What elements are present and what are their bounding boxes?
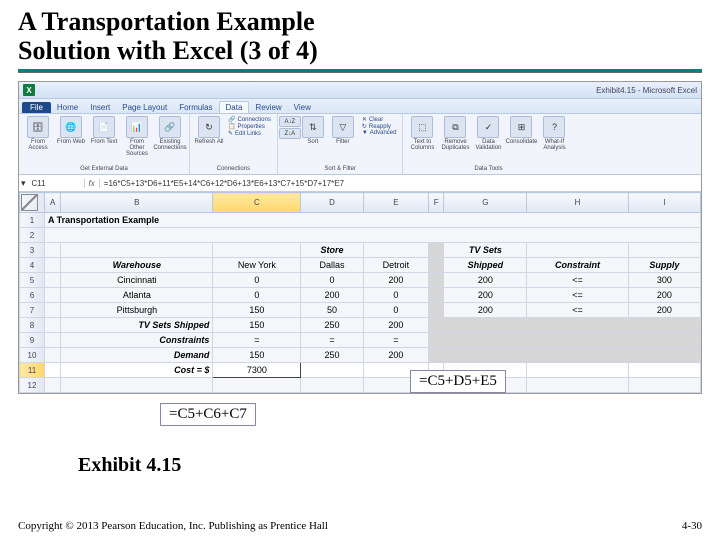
sort-button[interactable]: ⇅Sort [298, 116, 328, 145]
reapply-filter[interactable]: ↻Reapply [360, 123, 399, 130]
col-G[interactable]: G [444, 193, 527, 213]
col-D[interactable]: D [301, 193, 363, 213]
cell-G3[interactable]: TV Sets [444, 243, 527, 258]
row-6: 6Atlanta02000200<=200 [20, 288, 701, 303]
copyright-text: Copyright © 2013 Pearson Education, Inc.… [18, 520, 328, 532]
col-H[interactable]: H [527, 193, 628, 213]
formula-bar: ▾ C11 fx =16*C5+13*D6+11*E5+14*C6+12*D6+… [19, 175, 701, 192]
col-E[interactable]: E [363, 193, 428, 213]
from-web-button[interactable]: 🌐From Web [56, 116, 86, 157]
row-4: 4WarehouseNew YorkDallasDetroitShippedCo… [20, 258, 701, 273]
whatif-button[interactable]: ?What-If Analysis [539, 116, 569, 151]
exhibit-label: Exhibit 4.15 [78, 454, 702, 477]
ribbon-group-external-data: 🗄From Access 🌐From Web 📄From Text 📊From … [19, 114, 190, 174]
title-divider [18, 69, 702, 73]
consolidate-button[interactable]: ⊞Consolidate [506, 116, 536, 151]
link-icon: 🔗 [228, 116, 235, 123]
formula-input[interactable]: =16*C5+13*D6+11*E5+14*C6+12*D6+13*E6+13*… [100, 179, 701, 188]
tab-view[interactable]: View [288, 102, 317, 113]
row-1: 1A Transportation Example [20, 213, 701, 228]
globe-icon: 🌐 [60, 116, 82, 138]
database-icon: 🗄 [27, 116, 49, 138]
clear-filter[interactable]: ✕Clear [360, 116, 399, 123]
col-I[interactable]: I [628, 193, 700, 213]
row-2: 2 [20, 228, 701, 243]
advanced-filter[interactable]: ▼Advanced [360, 130, 399, 136]
properties-link[interactable]: 📋Properties [226, 123, 273, 130]
paste-chip: ▾ [19, 178, 28, 189]
window-title: Exhibit4.15 - Microsoft Excel [596, 86, 697, 95]
slide-footer: Copyright © 2013 Pearson Education, Inc.… [18, 520, 702, 532]
page-number: 4-30 [682, 520, 702, 532]
row-7: 7Pittsburgh150500200<=200 [20, 303, 701, 318]
connections-link[interactable]: 🔗Connections [226, 116, 273, 123]
ribbon-tabs: File Home Insert Page Layout Formulas Da… [19, 99, 701, 114]
name-box[interactable]: C11 [28, 179, 85, 188]
callout-g5-formula: =C5+D5+E5 [410, 370, 506, 393]
tab-review[interactable]: Review [249, 102, 287, 113]
row-5: 5Cincinnati00200200<=300 [20, 273, 701, 288]
tab-formulas[interactable]: Formulas [173, 102, 218, 113]
consolidate-icon: ⊞ [510, 116, 532, 138]
row-9: 9Constraints=== [20, 333, 701, 348]
connection-icon: 🔗 [159, 116, 181, 138]
tab-data[interactable]: Data [219, 101, 250, 113]
sources-icon: 📊 [126, 116, 148, 138]
tab-file[interactable]: File [22, 102, 51, 113]
row-11: 11Cost = $7300 [20, 363, 701, 378]
validation-icon: ✓ [477, 116, 499, 138]
excel-logo-icon: X [23, 84, 35, 96]
duplicates-icon: ⧉ [444, 116, 466, 138]
cell-C11-selected[interactable]: 7300 [213, 363, 301, 378]
whatif-icon: ? [543, 116, 565, 138]
properties-icon: 📋 [228, 123, 235, 130]
slide-title: A Transportation Example Solution with E… [18, 8, 702, 65]
from-access-button[interactable]: 🗄From Access [23, 116, 53, 157]
column-headers: A B C D E F G H I [20, 193, 701, 213]
data-validation-button[interactable]: ✓Data Validation [473, 116, 503, 151]
col-F[interactable]: F [429, 193, 444, 213]
select-all-corner[interactable] [20, 193, 45, 213]
row-12: 12 [20, 378, 701, 393]
row-8: 8TV Sets Shipped150250200 [20, 318, 701, 333]
reapply-icon: ↻ [362, 123, 367, 130]
row-3: 3StoreTV Sets [20, 243, 701, 258]
excel-titlebar: X Exhibit4.15 - Microsoft Excel [19, 82, 701, 99]
text-to-columns-button[interactable]: ⬚Text to Columns [407, 116, 437, 151]
remove-duplicates-button[interactable]: ⧉Remove Duplicates [440, 116, 470, 151]
cell-A1[interactable]: A Transportation Example [45, 213, 701, 228]
spreadsheet-grid[interactable]: A B C D E F G H I 1A Transportation Exam… [19, 192, 701, 393]
ribbon: 🗄From Access 🌐From Web 📄From Text 📊From … [19, 114, 701, 175]
row-10: 10Demand150250200 [20, 348, 701, 363]
from-other-button[interactable]: 📊From Other Sources [122, 116, 152, 157]
fx-icon[interactable]: fx [85, 179, 100, 188]
clear-icon: ✕ [362, 116, 367, 123]
tab-insert[interactable]: Insert [84, 102, 116, 113]
ribbon-group-connections: ↻Refresh All 🔗Connections 📋Properties ✎E… [190, 114, 278, 174]
sort-az-button[interactable]: A↓ZZ↓A [282, 116, 298, 145]
existing-conn-button[interactable]: 🔗Existing Connections [155, 116, 185, 157]
filter-button[interactable]: ▽Filter [328, 116, 358, 145]
tab-page-layout[interactable]: Page Layout [116, 102, 173, 113]
excel-window: X Exhibit4.15 - Microsoft Excel File Hom… [18, 81, 702, 394]
funnel-icon: ▽ [332, 116, 354, 138]
advanced-icon: ▼ [362, 130, 368, 136]
refresh-icon: ↻ [198, 116, 220, 138]
ribbon-group-data-tools: ⬚Text to Columns ⧉Remove Duplicates ✓Dat… [403, 114, 573, 174]
columns-icon: ⬚ [411, 116, 433, 138]
ribbon-group-sort-filter: A↓ZZ↓A ⇅Sort ▽Filter ✕Clear ↻Reapply ▼Ad… [278, 114, 404, 174]
callout-c8-formula: =C5+C6+C7 [160, 403, 256, 426]
col-C[interactable]: C [213, 193, 301, 213]
edit-links-link[interactable]: ✎Edit Links [226, 130, 273, 137]
tab-home[interactable]: Home [51, 102, 84, 113]
cell-D3[interactable]: Store [301, 243, 363, 258]
text-file-icon: 📄 [93, 116, 115, 138]
refresh-all-button[interactable]: ↻Refresh All [194, 116, 224, 145]
col-B[interactable]: B [61, 193, 213, 213]
edit-icon: ✎ [228, 130, 233, 137]
from-text-button[interactable]: 📄From Text [89, 116, 119, 157]
sort-icon: ⇅ [302, 116, 324, 138]
col-A[interactable]: A [45, 193, 61, 213]
